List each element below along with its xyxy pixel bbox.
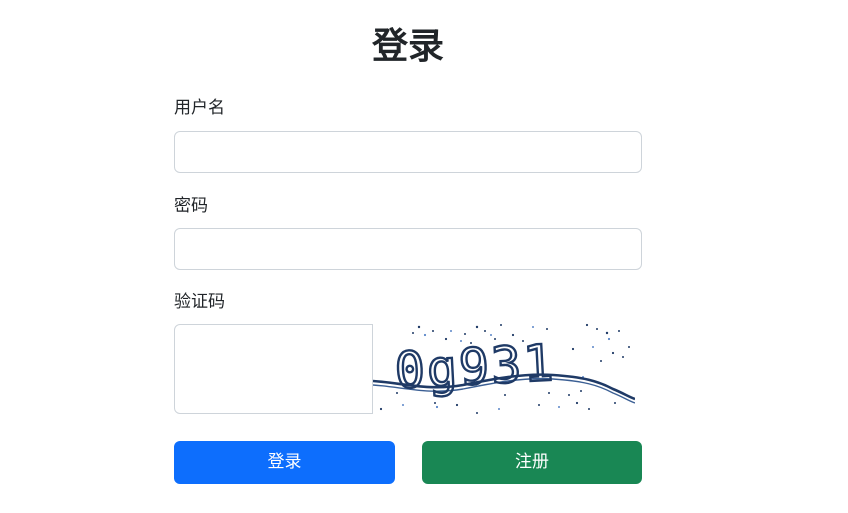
captcha-input[interactable] (174, 324, 373, 414)
page-title: 登录 (371, 26, 444, 67)
login-button[interactable]: 登录 (174, 441, 395, 484)
password-input[interactable] (174, 228, 642, 270)
login-page: 登录 用户名 密码 验证码 0g931 登录 注册 (0, 0, 848, 513)
captcha-label: 验证码 (174, 292, 225, 312)
captcha-image[interactable]: 0g931 (373, 321, 635, 417)
username-input[interactable] (174, 131, 642, 173)
password-label: 密码 (174, 196, 208, 216)
username-label: 用户名 (174, 98, 225, 118)
captcha-code-text: 0g931 (393, 334, 556, 400)
register-button[interactable]: 注册 (422, 441, 642, 484)
